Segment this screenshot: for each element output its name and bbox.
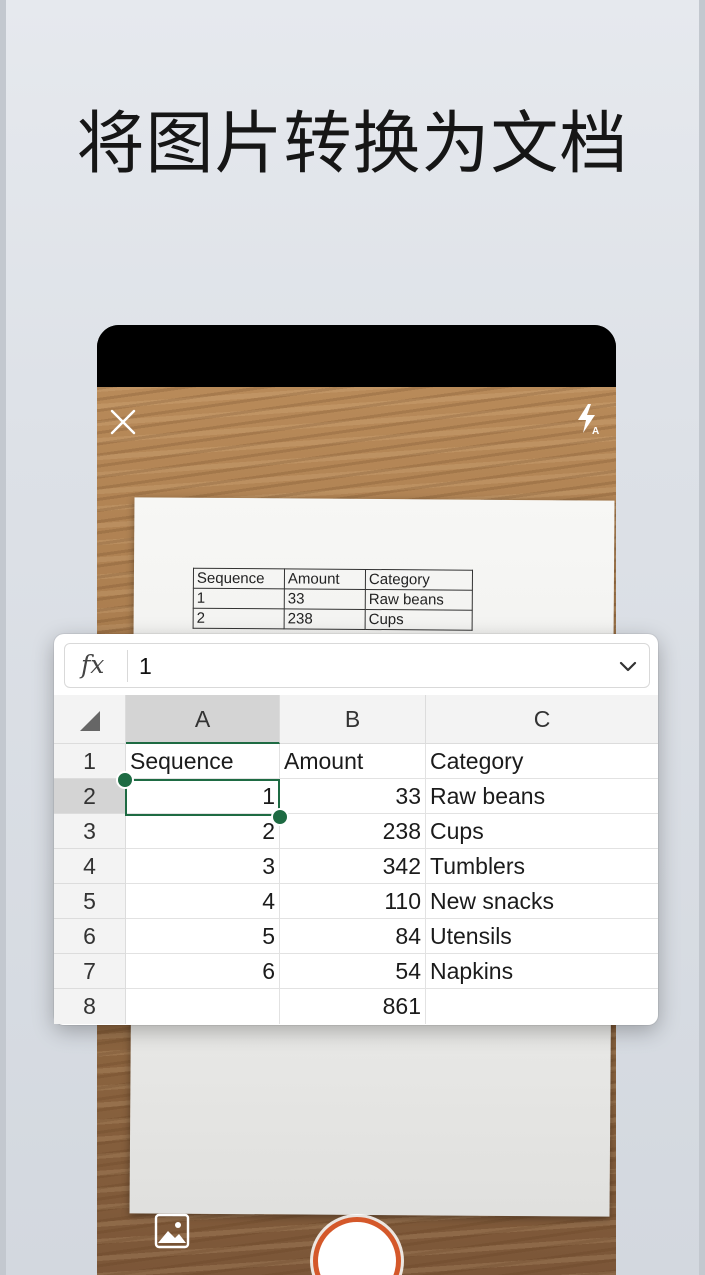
row-header[interactable]: 2: [54, 779, 126, 814]
paper-table: Sequence Amount Category 1 33 Raw beans …: [193, 568, 473, 631]
right-edge: [699, 0, 705, 1275]
cell-b8[interactable]: 861: [280, 989, 426, 1024]
cell-a7[interactable]: 6: [126, 954, 280, 989]
cell-c1[interactable]: Category: [426, 744, 658, 779]
cell-b6[interactable]: 84: [280, 919, 426, 954]
paper-row: Sequence Amount Category: [193, 568, 473, 591]
select-all-corner[interactable]: [54, 695, 126, 744]
row-header[interactable]: 4: [54, 849, 126, 884]
cell-c4[interactable]: Tumblers: [426, 849, 658, 884]
spreadsheet-preview: fx 1 A B C 1 Sequence Amount Category 2 …: [54, 634, 658, 1025]
image-gallery-icon[interactable]: [154, 1213, 190, 1249]
paper-cell: Cups: [365, 609, 473, 631]
paper-cell: 238: [284, 608, 366, 630]
paper-cell: Raw beans: [365, 589, 473, 611]
chevron-down-icon[interactable]: [618, 657, 638, 675]
paper-cell: Sequence: [193, 568, 285, 589]
shutter-button[interactable]: [313, 1217, 401, 1275]
left-edge: [0, 0, 6, 1275]
column-header-c[interactable]: C: [426, 695, 658, 744]
select-all-icon: [80, 711, 100, 731]
cell-b1[interactable]: Amount: [280, 744, 426, 779]
paper-cell: 33: [284, 588, 366, 610]
cell-c6[interactable]: Utensils: [426, 919, 658, 954]
cell-selection[interactable]: [125, 779, 280, 816]
cell-b7[interactable]: 54: [280, 954, 426, 989]
camera-top-bar: [97, 325, 616, 387]
row-header[interactable]: 3: [54, 814, 126, 849]
close-icon[interactable]: [109, 408, 137, 436]
cell-b5[interactable]: 110: [280, 884, 426, 919]
cell-b3[interactable]: 238: [280, 814, 426, 849]
row-header[interactable]: 5: [54, 884, 126, 919]
column-header-b[interactable]: B: [280, 695, 426, 744]
cell-a1[interactable]: Sequence: [126, 744, 280, 779]
cell-a8[interactable]: [126, 989, 280, 1024]
cell-c7[interactable]: Napkins: [426, 954, 658, 989]
promo-headline: 将图片转换为文档: [76, 105, 629, 184]
paper-cell: Amount: [284, 568, 366, 590]
paper-row: 2 238 Cups: [193, 608, 473, 631]
cell-a6[interactable]: 5: [126, 919, 280, 954]
cell-b2[interactable]: 33: [280, 779, 426, 814]
formula-value[interactable]: 1: [139, 653, 152, 680]
formula-bar[interactable]: fx 1: [64, 643, 650, 688]
selection-handle-bottom-right[interactable]: [271, 808, 289, 826]
sheet-grid: A B C 1 Sequence Amount Category 2 1 33 …: [54, 695, 658, 1025]
cell-b4[interactable]: 342: [280, 849, 426, 884]
cell-a4[interactable]: 3: [126, 849, 280, 884]
paper-cell: Category: [365, 569, 473, 591]
row-header[interactable]: 1: [54, 744, 126, 779]
cell-a3[interactable]: 2: [126, 814, 280, 849]
cell-c3[interactable]: Cups: [426, 814, 658, 849]
cell-a5[interactable]: 4: [126, 884, 280, 919]
paper-cell: 1: [193, 588, 285, 609]
selection-handle-top-left[interactable]: [116, 771, 134, 789]
paper-row: 1 33 Raw beans: [193, 588, 473, 611]
fx-icon: fx: [81, 650, 105, 679]
paper-cell: 2: [193, 608, 285, 629]
row-header[interactable]: 6: [54, 919, 126, 954]
row-header[interactable]: 8: [54, 989, 126, 1024]
cell-c2[interactable]: Raw beans: [426, 779, 658, 814]
formula-divider: [127, 650, 128, 682]
row-header[interactable]: 7: [54, 954, 126, 989]
column-header-a[interactable]: A: [126, 695, 280, 744]
flash-auto-icon[interactable]: A: [575, 403, 601, 437]
cell-c8[interactable]: [426, 989, 658, 1024]
cell-c5[interactable]: New snacks: [426, 884, 658, 919]
svg-text:A: A: [592, 426, 599, 435]
